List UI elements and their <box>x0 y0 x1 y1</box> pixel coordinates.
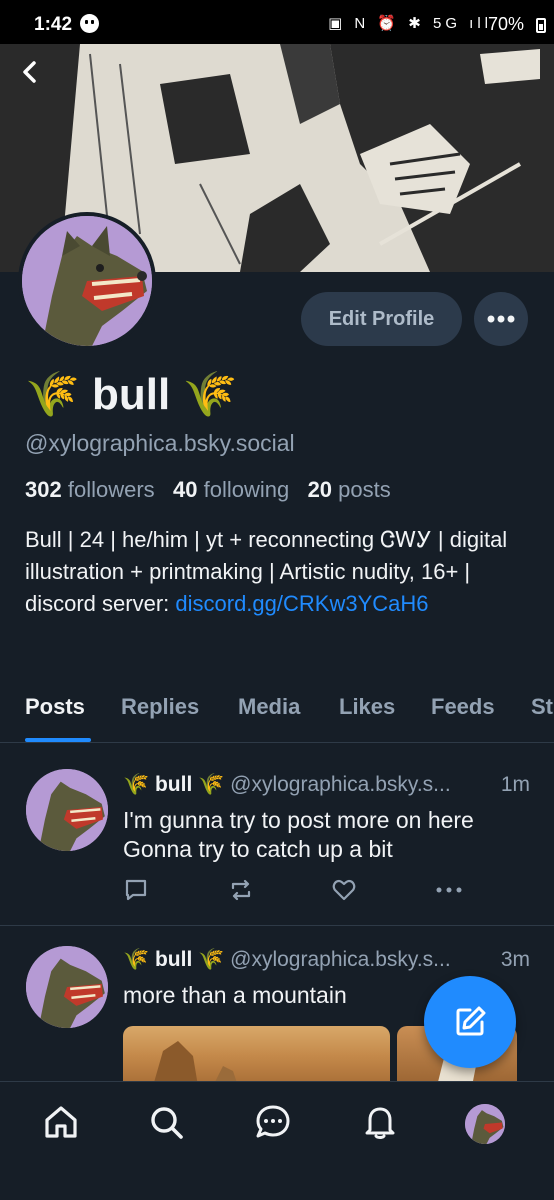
status-icons: ▣ N ⏰ ✱ 5G ıll <box>328 15 492 32</box>
status-time: 1:42 <box>34 14 73 35</box>
post-timestamp: 3m <box>500 948 530 971</box>
post-media-image[interactable] <box>123 1026 390 1086</box>
avatar-image <box>26 769 108 851</box>
posts-count: 20 <box>307 477 333 502</box>
profile-stats: 302 followers 40 following 20 posts <box>25 477 391 503</box>
avatar-image <box>26 946 108 1028</box>
followers-link[interactable]: 302 followers <box>25 477 155 502</box>
profile-avatar[interactable] <box>18 212 156 350</box>
more-options-button[interactable] <box>474 292 528 346</box>
post-header: 🌾 bull 🌾 @xylographica.bsky.s... <box>123 948 451 972</box>
status-bar: 1:42 ▣ N ⏰ ✱ 5G ıll 70% <box>0 0 554 44</box>
post-text: I'm gunna try to post more on here Gonna… <box>123 806 533 864</box>
notification-face-icon <box>80 14 99 33</box>
post-author-handle: @xylographica.bsky.s... <box>230 948 451 971</box>
post-author-avatar[interactable] <box>26 946 108 1028</box>
tab-posts[interactable]: Posts <box>25 694 85 720</box>
reply-icon[interactable] <box>123 877 149 903</box>
tab-media[interactable]: Media <box>238 694 300 720</box>
post-author-name[interactable]: 🌾 bull 🌾 <box>123 773 224 796</box>
repost-icon[interactable] <box>228 877 254 903</box>
profile-handle: @xylographica.bsky.social <box>25 430 295 456</box>
active-tab-indicator <box>25 738 91 742</box>
posts-label: posts <box>338 477 391 502</box>
post-author-avatar[interactable] <box>26 769 108 851</box>
bell-icon[interactable] <box>360 1102 400 1142</box>
post-header: 🌾 bull 🌾 @xylographica.bsky.s... <box>123 773 451 797</box>
tab-starter-packs[interactable]: St <box>531 694 553 720</box>
followers-count: 302 <box>25 477 62 502</box>
followers-label: followers <box>67 477 155 502</box>
tab-feeds[interactable]: Feeds <box>431 694 495 720</box>
battery-icon <box>536 18 546 33</box>
feed-post[interactable]: 🌾 bull 🌾 @xylographica.bsky.s... 1m I'm … <box>0 743 554 926</box>
post-author-handle: @xylographica.bsky.s... <box>230 773 451 796</box>
post-more-icon[interactable] <box>435 877 463 903</box>
profile-tabs: Posts Replies Media Likes Feeds St <box>0 688 554 743</box>
tab-replies[interactable]: Replies <box>121 694 199 720</box>
tab-likes[interactable]: Likes <box>339 694 395 720</box>
search-icon[interactable] <box>146 1102 186 1142</box>
bio-discord-link[interactable]: discord.gg/CRKw3YCaH6 <box>175 591 428 616</box>
post-author-name[interactable]: 🌾 bull 🌾 <box>123 948 224 971</box>
edit-profile-button[interactable]: Edit Profile <box>301 292 462 346</box>
post-text-line: I'm gunna try to post more on here <box>123 807 474 833</box>
nav-profile-avatar[interactable] <box>465 1104 505 1144</box>
like-icon[interactable] <box>331 877 357 903</box>
avatar-image <box>465 1104 505 1144</box>
ellipsis-icon <box>487 315 515 323</box>
avatar-image <box>22 216 152 346</box>
back-icon[interactable] <box>16 58 44 86</box>
compose-button[interactable] <box>424 976 516 1068</box>
post-timestamp: 1m <box>500 773 530 796</box>
profile-bio: Bull | 24 | he/him | yt + reconnecting Ꮳ… <box>25 524 530 620</box>
bottom-navigation <box>0 1081 554 1200</box>
following-count: 40 <box>173 477 198 502</box>
post-actions <box>123 877 533 905</box>
battery-percent: 70% <box>487 14 524 34</box>
post-text-line: Gonna try to catch up a bit <box>123 836 393 862</box>
following-link[interactable]: 40 following <box>173 477 289 502</box>
compose-icon <box>456 1006 486 1036</box>
home-icon[interactable] <box>41 1102 81 1142</box>
chat-icon[interactable] <box>253 1102 293 1142</box>
following-label: following <box>203 477 290 502</box>
desert-image <box>153 1041 238 1086</box>
display-name: 🌾 bull 🌾 <box>25 370 238 419</box>
